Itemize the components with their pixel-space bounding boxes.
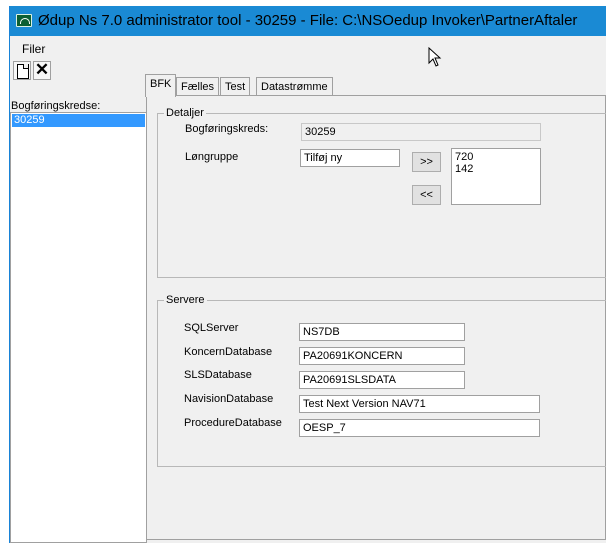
details-group-title: Detaljer <box>164 107 206 119</box>
bogforingskreds-label: Bogføringskreds: <box>185 123 269 135</box>
add-longruppe-button[interactable]: >> <box>412 152 441 172</box>
details-group: Detaljer Bogføringskreds: 30259 Løngrupp… <box>157 107 606 278</box>
new-document-icon[interactable] <box>13 61 31 80</box>
delete-x-icon[interactable]: ✕ <box>33 61 51 80</box>
procedure-database-input[interactable]: OESP_7 <box>299 419 540 437</box>
tab-bfk[interactable]: BFK <box>145 74 177 97</box>
procedure-database-label: ProcedureDatabase <box>184 417 282 429</box>
sqlserver-input[interactable]: NS7DB <box>299 323 465 341</box>
bogforingskreds-field: 30259 <box>301 123 541 141</box>
menu-file[interactable]: Filer <box>22 42 45 56</box>
koncern-database-input[interactable]: PA20691KONCERN <box>299 347 465 365</box>
servers-group-title: Servere <box>164 294 207 306</box>
longruppe-label: Løngruppe <box>185 151 239 163</box>
longruppe-input[interactable]: Tilføj ny <box>300 149 400 167</box>
title-bar[interactable]: Ødup Ns 7.0 administrator tool - 30259 -… <box>10 6 606 36</box>
bogforingskredse-label: Bogføringskredse: <box>11 100 101 112</box>
bfk-tab-panel: Detaljer Bogføringskreds: 30259 Løngrupp… <box>146 95 606 540</box>
longrupper-list[interactable]: 720 142 <box>451 148 541 205</box>
tab-test[interactable]: Test <box>220 77 251 97</box>
menu-bar: Filer <box>10 36 606 58</box>
sls-database-label: SLSDatabase <box>184 369 252 381</box>
navision-database-label: NavisionDatabase <box>184 393 274 405</box>
mouse-pointer-icon <box>428 47 442 67</box>
app-logo-icon <box>16 14 32 27</box>
sqlserver-label: SQLServer <box>184 322 239 334</box>
servers-group: Servere SQLServer NS7DB KoncernDatabase … <box>157 294 606 467</box>
window-title: Ødup Ns 7.0 administrator tool - 30259 -… <box>38 12 578 29</box>
remove-longruppe-button[interactable]: << <box>412 185 441 205</box>
navision-database-input[interactable]: Test Next Version NAV71 <box>299 395 540 413</box>
sls-database-input[interactable]: PA20691SLSDATA <box>299 371 465 389</box>
app-window: Ødup Ns 7.0 administrator tool - 30259 -… <box>9 6 606 543</box>
koncern-database-label: KoncernDatabase <box>184 346 273 358</box>
list-item[interactable]: 30259 <box>12 114 145 127</box>
bogforingskredse-list[interactable]: 30259 <box>10 112 147 543</box>
tab-datastromme[interactable]: Datastrømme <box>256 77 333 97</box>
tab-faelles[interactable]: Fælles <box>176 77 220 97</box>
